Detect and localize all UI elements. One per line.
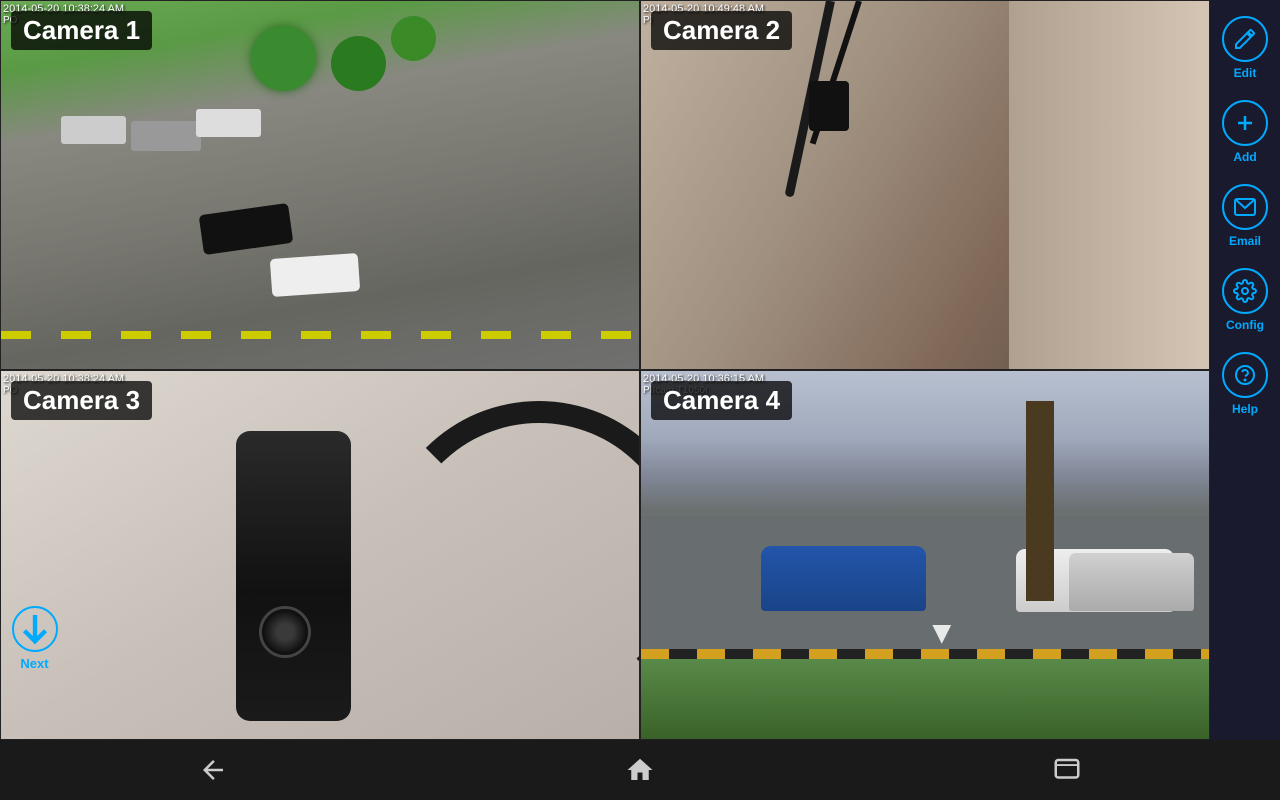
navigation-bar (0, 740, 1280, 800)
cam2-wall-right (1009, 1, 1209, 369)
app: 2014-05-20 10:38:24 AM PO Camera 1 2014-… (0, 0, 1280, 800)
recents-button[interactable] (1037, 750, 1097, 790)
camera-3-cell[interactable]: 2014-05-20 10:38:24 AM PO Camera 3 (0, 370, 640, 740)
email-label: Email (1229, 234, 1261, 248)
config-icon-circle (1222, 268, 1268, 314)
help-button[interactable]: Help (1216, 344, 1274, 424)
email-button[interactable]: Email (1216, 176, 1274, 256)
edit-button[interactable]: Edit (1216, 8, 1274, 88)
add-button[interactable]: Add (1216, 92, 1274, 172)
cam2-label: Camera 2 (651, 11, 792, 50)
cam1-road-markings (1, 331, 639, 339)
camera-1-cell[interactable]: 2014-05-20 10:38:24 AM PO Camera 1 (0, 0, 640, 370)
help-label: Help (1232, 402, 1258, 416)
cam4-car-silver (1069, 553, 1194, 611)
recents-icon (1052, 755, 1082, 785)
camera-4-cell[interactable]: ▲ 2014-05-20 10:36:15 AM PIIcam T1050r C… (640, 370, 1210, 740)
cam2-device (809, 81, 849, 131)
cam3-device-lens (259, 606, 311, 658)
next-label: Next (20, 656, 48, 671)
cam1-tree1 (251, 26, 316, 91)
next-down-arrow-icon (14, 608, 56, 650)
cam1-car-light (196, 109, 261, 137)
edit-label: Edit (1234, 66, 1257, 80)
next-button[interactable]: Next (0, 597, 69, 680)
home-icon (625, 755, 655, 785)
email-icon (1233, 195, 1257, 219)
next-icon-circle (12, 606, 58, 652)
cam4-grass (641, 659, 1209, 739)
cam1-scene (1, 1, 639, 369)
main-content: 2014-05-20 10:38:24 AM PO Camera 1 2014-… (0, 0, 1280, 740)
cam4-car-blue (761, 546, 926, 611)
camera-grid: 2014-05-20 10:38:24 AM PO Camera 1 2014-… (0, 0, 1210, 740)
add-icon (1233, 111, 1257, 135)
cam1-tree3 (391, 16, 436, 61)
email-icon-circle (1222, 184, 1268, 230)
config-label: Config (1226, 318, 1264, 332)
cam1-tree2 (331, 36, 386, 91)
camera-2-cell[interactable]: 2014-05-20 10:49:48 AM PI Camera 2 (640, 0, 1210, 370)
edit-icon-circle (1222, 16, 1268, 62)
add-icon-circle (1222, 100, 1268, 146)
help-icon-circle (1222, 352, 1268, 398)
config-button[interactable]: Config (1216, 260, 1274, 340)
cam1-car-gray2 (61, 116, 126, 144)
cam1-label: Camera 1 (11, 11, 152, 50)
sidebar: Edit Add (1210, 0, 1280, 740)
cam3-device-body (236, 431, 351, 721)
cam3-label: Camera 3 (11, 381, 152, 420)
cam4-tree-trunk (1026, 401, 1054, 601)
back-icon (198, 755, 228, 785)
config-gear-icon (1233, 279, 1257, 303)
edit-icon (1233, 27, 1257, 51)
add-label: Add (1233, 150, 1256, 164)
cam4-arrow: ▲ (926, 617, 958, 654)
cam1-car-gray1 (131, 121, 201, 151)
cam1-car-white (270, 253, 360, 297)
help-question-icon (1233, 363, 1257, 387)
back-button[interactable] (183, 750, 243, 790)
home-button[interactable] (610, 750, 670, 790)
cam4-label: Camera 4 (651, 381, 792, 420)
